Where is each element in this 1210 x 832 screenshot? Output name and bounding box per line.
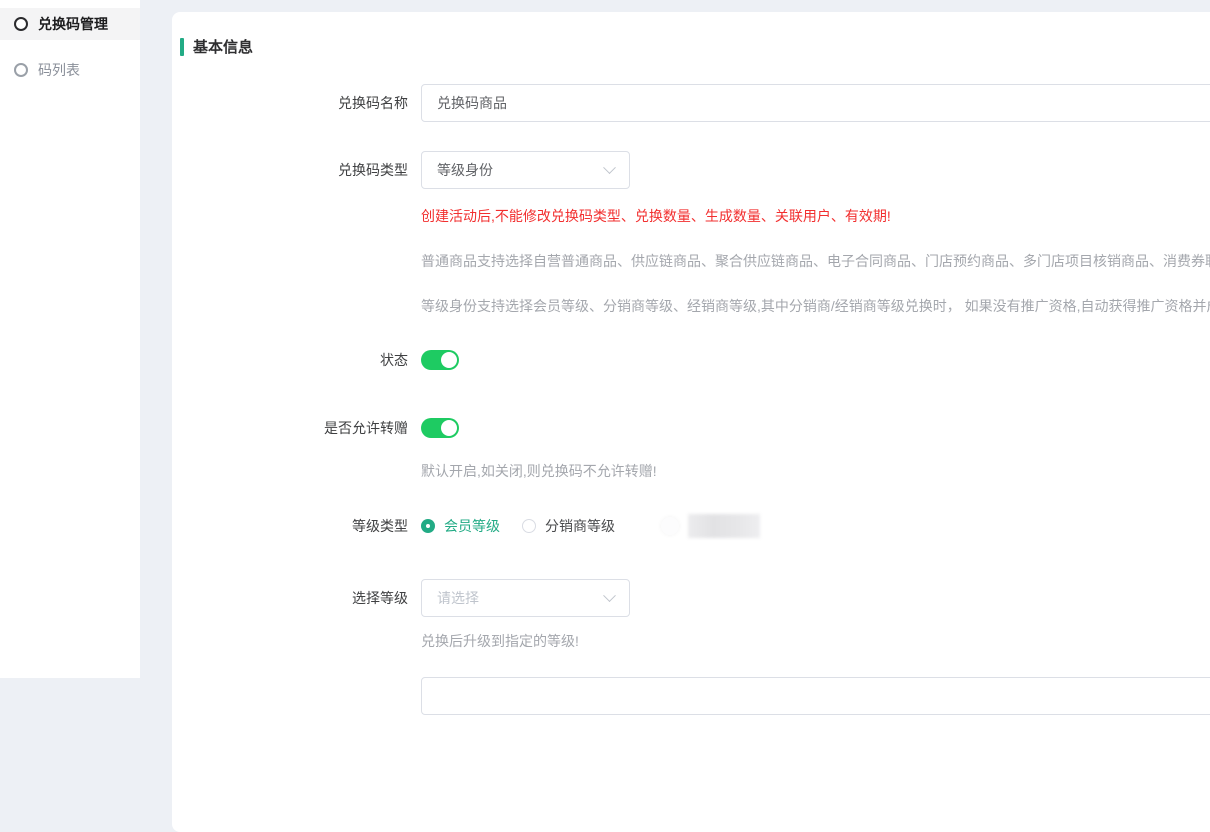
level-type-label: 等级类型 bbox=[180, 516, 421, 536]
level-identity-tip: 等级身份支持选择会员等级、分销商等级、经销商等级,其中分销商/经销商等级兑换时，… bbox=[421, 296, 1210, 316]
partial-next-field[interactable] bbox=[421, 677, 1210, 715]
form-row-transfer: 是否允许转赠 bbox=[180, 418, 1210, 438]
radio-label: 会员等级 bbox=[444, 516, 500, 536]
code-name-input[interactable] bbox=[437, 95, 1210, 111]
form-row-level-type: 等级类型 会员等级 分销商等级 bbox=[180, 514, 1210, 538]
circle-icon bbox=[14, 63, 28, 77]
code-name-field-wrap bbox=[421, 84, 1210, 122]
partial-next-field-wrap bbox=[421, 677, 1210, 715]
select-level-placeholder: 请选择 bbox=[437, 588, 479, 608]
transfer-tip: 默认开启,如关闭,则兑换码不允许转赠! bbox=[421, 461, 1210, 481]
sidebar-item-label: 兑换码管理 bbox=[38, 14, 108, 34]
sidebar-item-label: 码列表 bbox=[38, 60, 80, 80]
sidebar-item-code-manage[interactable]: 兑换码管理 bbox=[0, 8, 140, 40]
section-header: 基本信息 bbox=[180, 36, 1210, 57]
normal-goods-tip: 普通商品支持选择自营普通商品、供应链商品、聚合供应链商品、电子合同商品、门店预约… bbox=[421, 251, 1210, 271]
select-level-label: 选择等级 bbox=[180, 588, 421, 608]
radio-checked-icon bbox=[421, 519, 435, 533]
form-row-status: 状态 bbox=[180, 350, 1210, 370]
sidebar-item-code-list[interactable]: 码列表 bbox=[0, 54, 140, 86]
code-type-label: 兑换码类型 bbox=[180, 160, 421, 180]
form-row-code-type: 兑换码类型 等级身份 bbox=[180, 151, 1210, 189]
transfer-label: 是否允许转赠 bbox=[180, 418, 421, 438]
chevron-down-icon bbox=[603, 161, 616, 174]
sidebar: 兑换码管理 码列表 bbox=[0, 0, 140, 678]
status-label: 状态 bbox=[180, 350, 421, 370]
radio-redacted-option[interactable] bbox=[661, 514, 760, 538]
circle-icon bbox=[14, 17, 28, 31]
radio-member-level[interactable]: 会员等级 bbox=[421, 516, 500, 536]
section-title: 基本信息 bbox=[193, 36, 253, 57]
code-type-select[interactable]: 等级身份 bbox=[421, 151, 630, 189]
select-level-select[interactable]: 请选择 bbox=[421, 579, 630, 617]
radio-unchecked-icon bbox=[522, 519, 536, 533]
radio-label: 分销商等级 bbox=[545, 516, 615, 536]
section-accent-bar bbox=[180, 38, 184, 56]
code-type-selected-value: 等级身份 bbox=[437, 160, 493, 180]
transfer-toggle[interactable] bbox=[421, 418, 459, 438]
redacted-label-blur bbox=[688, 514, 760, 538]
form-row-code-name: 兑换码名称 bbox=[180, 84, 1210, 122]
status-toggle[interactable] bbox=[421, 350, 459, 370]
warning-tip: 创建活动后,不能修改兑换码类型、兑换数量、生成数量、关联用户、有效期! bbox=[421, 206, 1210, 226]
content-card: 基本信息 兑换码名称 兑换码类型 等级身份 创建活动后,不能修改兑换码类型、兑换… bbox=[172, 12, 1210, 832]
basic-info-form: 兑换码名称 兑换码类型 等级身份 创建活动后,不能修改兑换码类型、兑换数量、生成… bbox=[180, 84, 1210, 715]
code-name-label: 兑换码名称 bbox=[180, 93, 421, 113]
radio-unchecked-icon bbox=[661, 517, 679, 535]
radio-distributor-level[interactable]: 分销商等级 bbox=[522, 516, 615, 536]
form-row-select-level: 选择等级 请选择 bbox=[180, 579, 1210, 617]
select-level-tip: 兑换后升级到指定的等级! bbox=[421, 631, 1210, 651]
chevron-down-icon bbox=[603, 589, 616, 602]
